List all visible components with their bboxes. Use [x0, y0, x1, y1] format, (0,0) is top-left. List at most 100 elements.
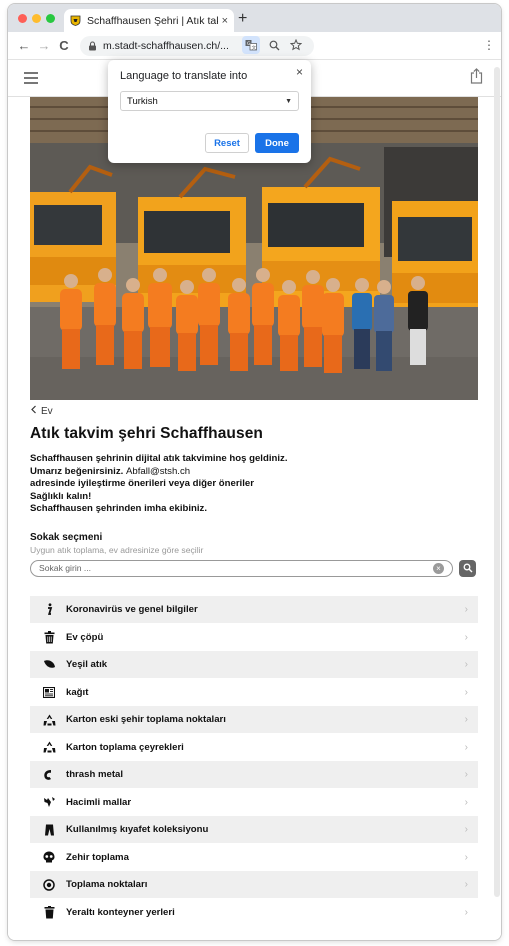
intro-line: Umarız beğenirsiniz. Abfall@stsh.ch: [30, 466, 478, 479]
chevron-right-icon: ›: [464, 631, 468, 643]
underground-container-icon: [42, 905, 56, 919]
recycle-icon: [42, 740, 56, 754]
bulky-goods-icon: [42, 795, 56, 809]
tab-bar: Schaffhausen Şehri | Atık takvi × +: [8, 4, 501, 32]
category-label: Koronavirüs ve genel bilgiler: [66, 604, 198, 616]
category-item[interactable]: Karton toplama çeyrekleri ›: [30, 733, 478, 761]
omnibox-actions: G文: [242, 36, 304, 54]
web-page: Ev Atık takvim şehri Schaffhausen Schaff…: [8, 61, 501, 940]
street-search-input[interactable]: Sokak girin ... ×: [30, 559, 453, 577]
intro-text: Schaffhausen şehrinin dijital atık takvi…: [30, 453, 478, 516]
zoom-icon[interactable]: [266, 37, 282, 53]
category-item[interactable]: Yeraltı konteyner yerleri ›: [30, 898, 478, 926]
category-list: Koronavirüs ve genel bilgiler › Ev çöpü …: [30, 595, 478, 926]
street-search-placeholder: Sokak girin ...: [39, 563, 92, 574]
translate-popup-buttons: Reset Done: [205, 133, 299, 153]
browser-window: Schaffhausen Şehri | Atık takvi × + ← → …: [8, 4, 501, 940]
street-selector-subheading: Uygun atık toplama, ev adresinize göre s…: [30, 544, 204, 555]
chevron-right-icon: ›: [464, 879, 468, 891]
language-select-value: Turkish: [127, 95, 158, 107]
url-text: m.stadt-schaffhausen.ch/...: [103, 39, 229, 52]
search-button[interactable]: [459, 559, 476, 577]
chevron-right-icon: ›: [464, 714, 468, 726]
street-selector-heading: Sokak seçmeni: [30, 531, 103, 543]
done-button[interactable]: Done: [255, 133, 299, 153]
browser-toolbar: ← → C m.stadt-schaffhausen.ch/... G文 ⋮: [8, 32, 501, 60]
category-item[interactable]: Kullanılmış kıyafet koleksiyonu ›: [30, 815, 478, 844]
intro-line: Sağlıklı kalın!: [30, 490, 92, 502]
chevron-right-icon: ›: [464, 824, 468, 836]
intro-line-text: Umarız beğenirsiniz.: [30, 465, 124, 477]
svg-text:文: 文: [252, 44, 257, 51]
category-item[interactable]: Yeşil atık ›: [30, 650, 478, 679]
category-item[interactable]: Hacimli mallar ›: [30, 788, 478, 816]
minimize-window-button[interactable]: [32, 14, 41, 23]
tab-title: Schaffhausen Şehri | Atık takvi: [87, 14, 218, 27]
category-item[interactable]: thrash metal ›: [30, 760, 478, 789]
category-label: Kullanılmış kıyafet koleksiyonu: [66, 824, 209, 836]
chevron-right-icon: ›: [464, 769, 468, 781]
bookmark-star-icon[interactable]: [288, 37, 304, 53]
metal-icon: [42, 768, 56, 782]
maximize-window-button[interactable]: [46, 14, 55, 23]
street-search-row: Sokak girin ... ×: [30, 559, 478, 577]
clothing-icon: [42, 823, 56, 837]
chevron-right-icon: ›: [464, 686, 468, 698]
reset-button[interactable]: Reset: [205, 133, 249, 153]
lock-icon: [88, 40, 97, 51]
skull-icon: [42, 850, 56, 864]
back-button[interactable]: ←: [14, 38, 34, 53]
translate-popup: Language to translate into × Turkish ▼ R…: [108, 60, 311, 163]
category-item[interactable]: Zehir toplama ›: [30, 843, 478, 871]
leaf-icon: [42, 658, 56, 672]
translate-icon[interactable]: G文: [242, 36, 260, 54]
category-label: kağıt: [66, 686, 89, 698]
back-link-label: Ev: [41, 405, 53, 417]
back-link[interactable]: Ev: [30, 404, 478, 418]
browser-tab[interactable]: Schaffhausen Şehri | Atık takvi ×: [64, 9, 234, 32]
forward-button[interactable]: →: [34, 38, 54, 53]
category-label: thrash metal: [66, 769, 124, 781]
close-icon[interactable]: ×: [296, 65, 303, 79]
intro-line: Schaffhausen şehrinden imha ekibiniz.: [30, 503, 207, 515]
category-label: Yeraltı konteyner yerleri: [66, 906, 175, 918]
chevron-left-icon: [30, 405, 37, 417]
category-label: Ev çöpü: [66, 631, 104, 643]
category-label: Toplama noktaları: [66, 879, 148, 891]
category-item[interactable]: Koronavirüs ve genel bilgiler ›: [30, 595, 478, 624]
info-icon: [42, 603, 56, 617]
translate-popup-title: Language to translate into: [120, 70, 248, 82]
favicon-crest-icon: [70, 15, 81, 26]
browser-menu-button[interactable]: ⋮: [483, 38, 495, 52]
new-tab-button[interactable]: +: [238, 10, 247, 28]
category-item[interactable]: Ev çöpü ›: [30, 623, 478, 651]
hamburger-menu-icon[interactable]: [24, 72, 38, 87]
newspaper-icon: [42, 685, 56, 699]
scrollbar[interactable]: [494, 67, 500, 897]
chevron-right-icon: ›: [464, 796, 468, 808]
category-label: Yeşil atık: [66, 659, 108, 671]
recycle-icon: [42, 713, 56, 727]
category-item[interactable]: kağıt ›: [30, 678, 478, 706]
language-select[interactable]: Turkish ▼: [120, 91, 299, 111]
category-item[interactable]: Karton eski şehir toplama noktaları ›: [30, 705, 478, 734]
intro-line: Schaffhausen şehrinin dijital atık takvi…: [30, 453, 288, 464]
chevron-right-icon: ›: [464, 851, 468, 863]
dropdown-caret-icon: ▼: [285, 97, 292, 105]
category-label: Karton toplama çeyrekleri: [66, 741, 184, 753]
tab-close-icon[interactable]: ×: [222, 15, 228, 27]
reload-button[interactable]: C: [54, 38, 74, 53]
search-icon: [463, 564, 472, 573]
share-icon[interactable]: [470, 68, 483, 89]
chevron-right-icon: ›: [464, 741, 468, 753]
clear-input-icon[interactable]: ×: [433, 562, 444, 574]
category-item[interactable]: Toplama noktaları ›: [30, 870, 478, 899]
chevron-right-icon: ›: [464, 604, 468, 616]
chevron-right-icon: ›: [464, 659, 468, 671]
intro-line: adresinde iyileştirme önerileri veya diğ…: [30, 478, 254, 490]
chevron-right-icon: ›: [464, 906, 468, 918]
page-title: Atık takvim şehri Schaffhausen: [30, 425, 263, 442]
location-dot-icon: [42, 878, 56, 892]
email-link[interactable]: Abfall@stsh.ch: [126, 466, 190, 477]
close-window-button[interactable]: [18, 14, 27, 23]
